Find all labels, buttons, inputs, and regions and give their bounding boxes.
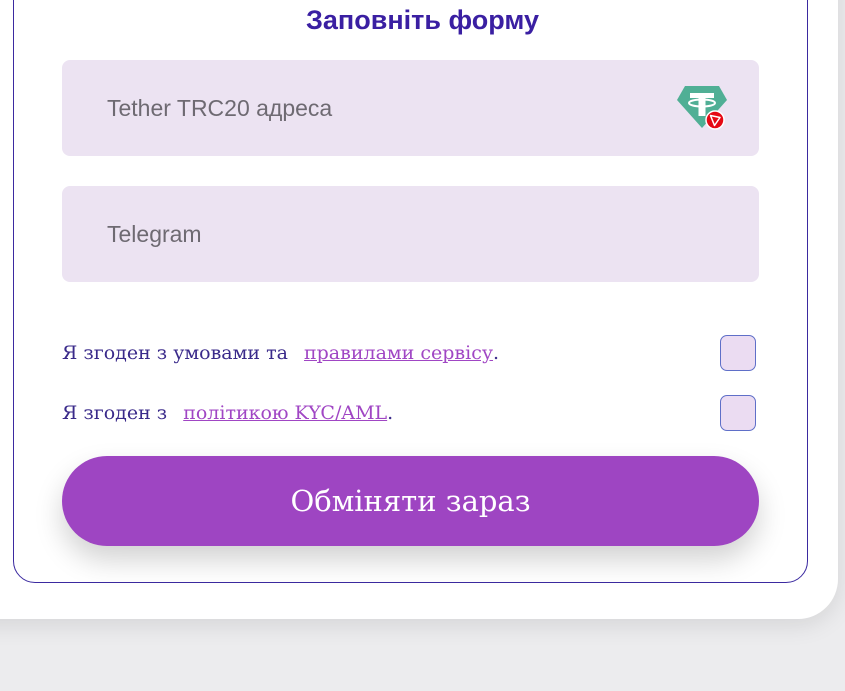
terms-agreement-text: Я згоден з умовами та правилами сервісу.: [62, 342, 499, 364]
kyc-period: .: [387, 402, 394, 424]
terms-agreement-row: Я згоден з умовами та правилами сервісу.: [62, 334, 759, 374]
usdt-trc20-icon-graphic: [677, 86, 727, 130]
terms-link[interactable]: правилами сервісу: [304, 342, 493, 364]
terms-checkbox[interactable]: [720, 335, 756, 371]
telegram-input[interactable]: [107, 186, 667, 282]
wallet-address-field[interactable]: [62, 60, 759, 156]
telegram-field[interactable]: [62, 186, 759, 282]
terms-period: .: [493, 342, 500, 364]
wallet-address-input[interactable]: [107, 60, 667, 156]
usdt-trc20-icon: [675, 84, 729, 132]
kyc-label: Я згоден з: [62, 402, 168, 424]
kyc-checkbox[interactable]: [720, 395, 756, 431]
exchange-now-button[interactable]: Обміняти зараз: [62, 456, 759, 546]
kyc-agreement-text: Я згоден з політикою KYC/AML.: [62, 402, 393, 424]
kyc-agreement-row: Я згоден з політикою KYC/AML.: [62, 394, 759, 434]
kyc-link[interactable]: політикою KYC/AML: [183, 402, 387, 424]
form-title: Заповніть форму: [306, 5, 539, 35]
terms-label: Я згоден з умовами та: [62, 342, 288, 364]
